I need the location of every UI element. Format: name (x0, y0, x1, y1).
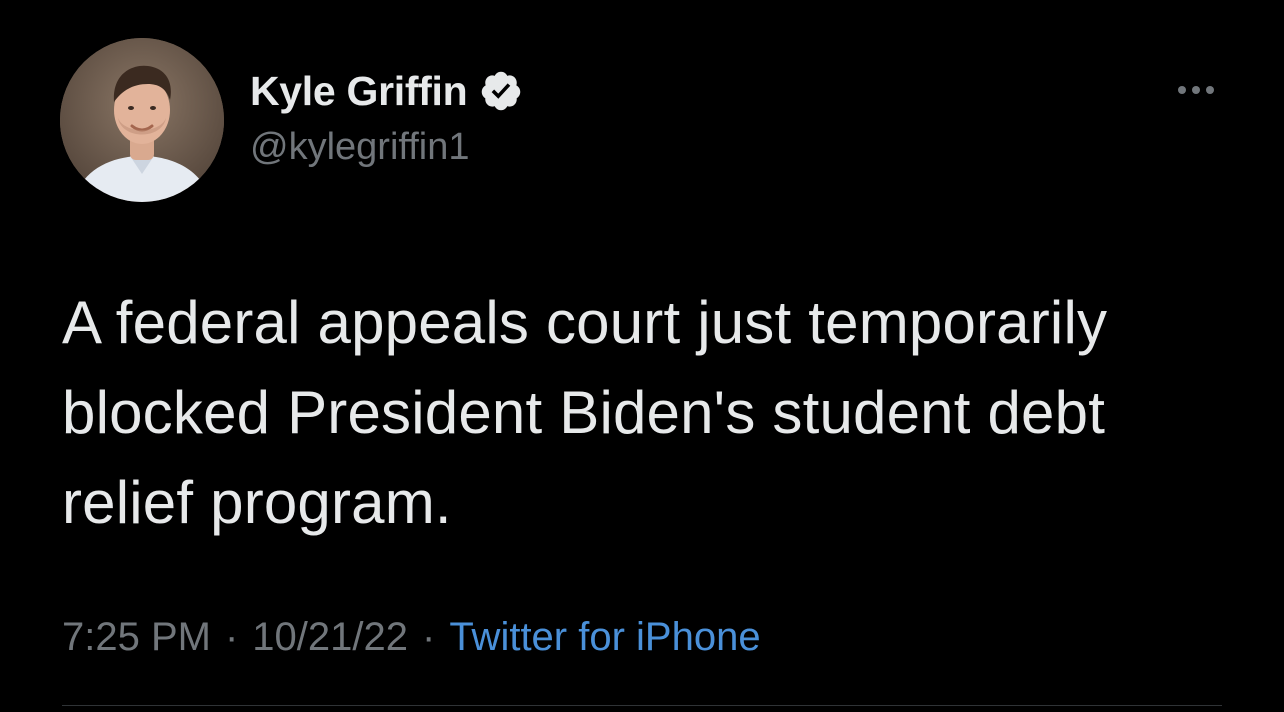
more-horizontal-icon (1178, 86, 1186, 94)
tweet-text: A federal appeals court just temporarily… (62, 278, 1242, 548)
tweet-date[interactable]: 10/21/22 (252, 615, 408, 660)
tweet-text-line: A federal appeals court just temporarily (62, 289, 1108, 356)
author-handle[interactable]: @kylegriffin1 (250, 126, 470, 169)
tweet-metadata: 7:25 PM · 10/21/22 · Twitter for iPhone (62, 612, 761, 662)
tweet-time[interactable]: 7:25 PM (62, 615, 211, 660)
author-display-name[interactable]: Kyle Griffin (250, 68, 468, 115)
more-options-button[interactable] (1170, 76, 1222, 104)
avatar-image (60, 38, 224, 202)
avatar[interactable] (60, 38, 224, 202)
tweet-source-link[interactable]: Twitter for iPhone (449, 615, 760, 660)
more-horizontal-icon (1192, 86, 1200, 94)
meta-separator: · (422, 614, 436, 659)
tweet: Kyle Griffin @kylegriffin1 A federal app… (0, 0, 1284, 712)
tweet-text-line: blocked President Biden's student debt (62, 379, 1106, 446)
more-horizontal-icon (1206, 86, 1214, 94)
author-name-row: Kyle Griffin (250, 66, 523, 116)
verified-badge-icon (482, 71, 521, 111)
tweet-text-line: relief program. (62, 469, 452, 536)
meta-separator: · (224, 614, 239, 659)
divider (62, 705, 1222, 706)
